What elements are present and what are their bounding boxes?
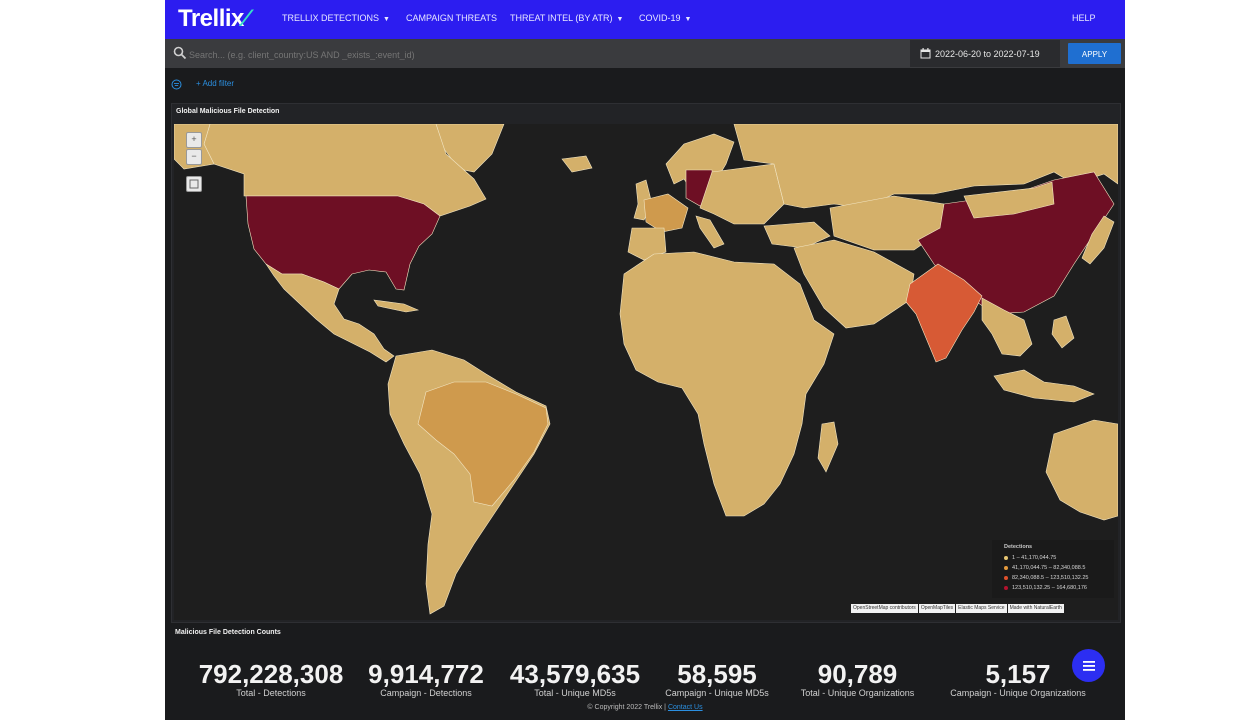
metric-value: 9,914,772 — [368, 659, 484, 689]
metric-value: 43,579,635 — [509, 659, 641, 689]
choropleth-map[interactable] — [174, 124, 1118, 620]
counts-title: Malicious File Detection Counts — [175, 629, 281, 636]
metric-label: Campaign - Detections — [380, 688, 472, 698]
menu-fab-button[interactable] — [1072, 649, 1105, 682]
metric-total-detections: 792,228,308 Total - Detections — [191, 660, 351, 698]
attribution-link[interactable]: Made with NaturalEarth — [1007, 604, 1064, 613]
legend-swatch — [1004, 586, 1008, 590]
date-range-picker[interactable]: 2022-06-20 to 2022-07-19 — [910, 40, 1060, 67]
legend-item: 123,510,132.25 – 164,680,176 — [1004, 585, 1087, 591]
legend-label: 41,170,044.75 – 82,340,088.5 — [1012, 565, 1086, 571]
nav-covid-19[interactable]: COVID-19 ▼ — [639, 13, 691, 23]
metric-label: Total - Unique Organizations — [800, 688, 915, 698]
metric-value: 792,228,308 — [198, 659, 344, 689]
fit-bounds-icon — [189, 179, 199, 189]
chevron-down-icon: ▼ — [383, 16, 390, 23]
metric-value: 90,789 — [817, 659, 898, 689]
nav-campaign-threats[interactable]: CAMPAIGN THREATS — [406, 13, 497, 23]
legend-label: 123,510,132.25 – 164,680,176 — [1012, 585, 1087, 591]
contact-us-link[interactable]: Contact Us — [668, 704, 703, 711]
map-attribution: OpenStreetMap contributors OpenMapTiles … — [851, 604, 1064, 613]
filter-row: + Add filter — [165, 68, 1125, 100]
nav-help[interactable]: HELP — [1072, 13, 1096, 23]
zoom-in-button[interactable]: + — [186, 132, 202, 148]
logo-mark-icon: ⁄ — [243, 5, 248, 32]
attribution-link[interactable]: Elastic Maps Service — [956, 604, 1007, 613]
metric-campaign-unique-md5s: 58,595 Campaign - Unique MD5s — [655, 660, 779, 698]
zoom-out-button[interactable]: − — [186, 149, 202, 165]
filter-options-icon[interactable] — [171, 79, 182, 90]
legend-swatch — [1004, 556, 1008, 560]
metric-total-unique-orgs: 90,789 Total - Unique Organizations — [790, 660, 925, 698]
nav-trellix-detections[interactable]: TRELLIX DETECTIONS ▼ — [282, 13, 390, 23]
nav-label: COVID-19 — [639, 13, 681, 23]
metric-value: 58,595 — [677, 659, 757, 689]
metric-label: Total - Unique MD5s — [534, 688, 616, 698]
date-range-label: 2022-06-20 to 2022-07-19 — [935, 48, 1040, 59]
map-panel-title: Global Malicious File Detection — [176, 108, 280, 115]
legend-label: 1 – 41,170,044.75 — [1012, 555, 1057, 561]
map-legend: Detections 1 – 41,170,044.75 41,170,044.… — [992, 540, 1114, 598]
add-filter-link[interactable]: + Add filter — [196, 79, 234, 88]
trellix-logo[interactable]: Trellix⁄ — [178, 5, 248, 33]
metric-label: Campaign - Unique Organizations — [950, 688, 1086, 698]
nav-label: TRELLIX DETECTIONS — [282, 13, 380, 23]
legend-title: Detections — [1004, 544, 1033, 550]
nav-threat-intel[interactable]: THREAT INTEL (BY ATR) ▼ — [510, 13, 623, 23]
metric-total-unique-md5s: 43,579,635 Total - Unique MD5s — [500, 660, 650, 698]
logo-text: Trellix — [178, 5, 244, 32]
legend-swatch — [1004, 576, 1008, 580]
legend-item: 82,340,088.5 – 123,510,132.25 — [1004, 575, 1088, 581]
legend-swatch — [1004, 566, 1008, 570]
nav-label: THREAT INTEL (BY ATR) — [510, 13, 613, 23]
search-input[interactable] — [171, 45, 921, 64]
metric-label: Campaign - Unique MD5s — [665, 688, 769, 698]
map-panel: Global Malicious File Detection + − Dete… — [171, 103, 1121, 623]
metric-campaign-detections: 9,914,772 Campaign - Detections — [359, 660, 493, 698]
metric-label: Total - Detections — [236, 688, 306, 698]
calendar-icon — [920, 48, 931, 59]
legend-label: 82,340,088.5 – 123,510,132.25 — [1012, 575, 1089, 581]
dashboard-app: Trellix⁄ TRELLIX DETECTIONS ▼ CAMPAIGN TH… — [165, 0, 1125, 720]
top-nav: Trellix⁄ TRELLIX DETECTIONS ▼ CAMPAIGN TH… — [165, 0, 1125, 39]
world-map[interactable]: + − Detections 1 – 41,170,044.75 41,170,… — [174, 124, 1118, 620]
attribution-link[interactable]: OpenStreetMap contributors — [851, 604, 918, 613]
attribution-link[interactable]: OpenMapTiles — [918, 604, 956, 613]
legend-item: 41,170,044.75 – 82,340,088.5 — [1004, 565, 1085, 571]
legend-item: 1 – 41,170,044.75 — [1004, 555, 1056, 561]
hamburger-menu-icon — [1082, 660, 1095, 671]
copyright-text: © Copyright 2022 Trellix | — [587, 704, 666, 711]
chevron-down-icon: ▼ — [684, 16, 692, 23]
footer: © Copyright 2022 Trellix | Contact Us — [165, 704, 1125, 711]
fit-bounds-button[interactable] — [186, 176, 202, 192]
chevron-down-icon: ▼ — [616, 16, 624, 23]
apply-button[interactable]: APPLY — [1068, 43, 1121, 64]
nav-label: CAMPAIGN THREATS — [406, 13, 498, 23]
